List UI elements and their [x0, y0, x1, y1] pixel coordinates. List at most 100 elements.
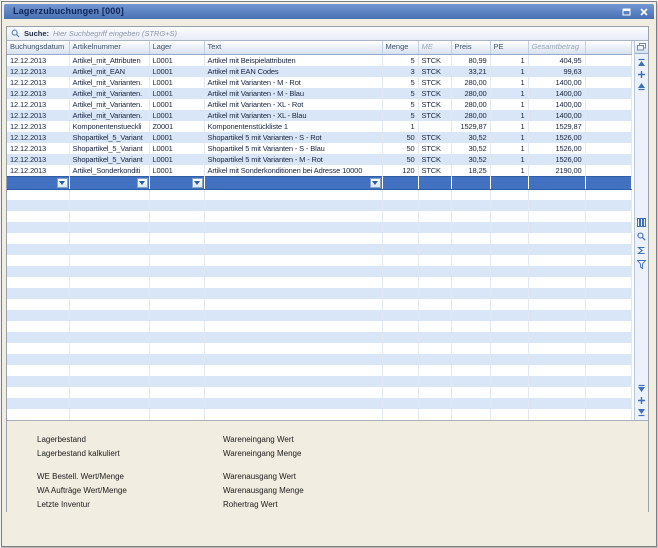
cell-text	[204, 354, 382, 365]
cell-spacer	[585, 310, 631, 321]
column-chooser-icon[interactable]	[636, 217, 647, 227]
cell-gesamt	[528, 266, 585, 277]
table-row[interactable]: 12.12.2013Artikel_mit_EANL0001Artikel mi…	[7, 66, 631, 77]
cell-spacer	[585, 54, 631, 66]
column-header-gesamt[interactable]: Gesamtbetrag	[528, 41, 585, 54]
cell-artikel: Artikel_mit_Varianten.	[69, 77, 149, 88]
table-row[interactable]: 12.12.2013Artikel_mit_Varianten.L0001Art…	[7, 110, 631, 121]
restore-button[interactable]	[620, 6, 633, 17]
table-row[interactable]: 12.12.2013Artikel_mit_Varianten.L0001Art…	[7, 77, 631, 88]
table-row[interactable]: 12.12.2013Artikel_mit_AttributenL0001Art…	[7, 54, 631, 66]
scroll-last-icon[interactable]	[636, 407, 647, 417]
column-select-button[interactable]	[635, 41, 648, 54]
search-bar[interactable]: Suche: Hier Suchbegriff eingeben (STRG+S…	[7, 27, 648, 41]
cell-artikel: Shopartikel_5_Variant	[69, 132, 149, 143]
cell-spacer	[585, 266, 631, 277]
cell-preis: 80,99	[451, 54, 490, 66]
table-row[interactable]: 12.12.2013Artikel_mit_Varianten.L0001Art…	[7, 99, 631, 110]
cell-preis	[451, 211, 490, 222]
new-entry-cell-datum[interactable]	[7, 176, 69, 189]
dropdown-button[interactable]	[370, 178, 381, 188]
search-input[interactable]: Hier Suchbegriff eingeben (STRG+S)	[53, 29, 177, 38]
summary-gap	[223, 461, 409, 470]
cell-text	[204, 299, 382, 310]
column-header-text[interactable]: Text	[204, 41, 382, 54]
new-entry-cell-preis[interactable]	[451, 176, 490, 189]
scroll-down-icon[interactable]	[636, 395, 647, 405]
dropdown-button[interactable]	[137, 178, 148, 188]
cell-artikel	[69, 211, 149, 222]
column-header-pe[interactable]: PE	[490, 41, 528, 54]
cell-spacer	[585, 132, 631, 143]
cell-pe: 1	[490, 88, 528, 99]
cell-preis: 30,52	[451, 132, 490, 143]
cell-spacer	[585, 376, 631, 387]
column-header-lager[interactable]: Lager	[149, 41, 204, 54]
table-row[interactable]: 12.12.2013Artikel_mit_Varianten.L0001Art…	[7, 88, 631, 99]
table-row[interactable]: 12.12.2013Shopartikel_5_VariantL0001Shop…	[7, 143, 631, 154]
table-row[interactable]: 12.12.2013Artikel_SonderkonditiL0001Arti…	[7, 165, 631, 177]
cell-spacer	[585, 255, 631, 266]
cell-me	[418, 244, 451, 255]
scroll-first-icon[interactable]	[636, 57, 647, 67]
column-header-me[interactable]: ME	[418, 41, 451, 54]
table-row[interactable]: 12.12.2013KomponentenstueckliZ0001Kompon…	[7, 121, 631, 132]
column-header-menge[interactable]: Menge	[382, 41, 418, 54]
cell-artikel	[69, 222, 149, 233]
new-entry-cell-gesamt[interactable]	[528, 176, 585, 189]
column-header-preis[interactable]: Preis	[451, 41, 490, 54]
cell-datum	[7, 387, 69, 398]
cell-lager: L0001	[149, 165, 204, 177]
cell-artikel	[69, 200, 149, 211]
table-row[interactable]: 12.12.2013Shopartikel_5_VariantL0001Shop…	[7, 154, 631, 165]
scroll-page-up-icon[interactable]	[636, 81, 647, 91]
new-entry-row[interactable]	[7, 176, 631, 189]
cell-artikel	[69, 310, 149, 321]
column-header-artikel[interactable]: Artikelnummer	[69, 41, 149, 54]
cell-menge	[382, 244, 418, 255]
cell-text	[204, 343, 382, 354]
cell-text: Artikel mit Beispielattributen	[204, 54, 382, 66]
close-button[interactable]	[637, 6, 650, 17]
cell-gesamt	[528, 409, 585, 420]
new-entry-cell-pe[interactable]	[490, 176, 528, 189]
empty-row	[7, 200, 631, 211]
cell-preis: 280,00	[451, 110, 490, 121]
sum-icon[interactable]	[636, 245, 647, 255]
cell-datum: 12.12.2013	[7, 54, 69, 66]
cell-datum	[7, 332, 69, 343]
summary-panel: LagerbestandLagerbestand kalkuliertWE Be…	[7, 420, 648, 512]
new-entry-cell-text[interactable]	[204, 176, 382, 189]
scroll-page-down-icon[interactable]	[636, 383, 647, 393]
new-entry-cell-artikel[interactable]	[69, 176, 149, 189]
cell-menge	[382, 310, 418, 321]
new-entry-cell-me[interactable]	[418, 176, 451, 189]
scroll-up-icon[interactable]	[636, 69, 647, 79]
cell-text: Artikel mit EAN Codes	[204, 66, 382, 77]
dropdown-button[interactable]	[192, 178, 203, 188]
title-bar[interactable]: Lagerzubuchungen [000]	[4, 4, 654, 19]
cell-datum	[7, 398, 69, 409]
cell-pe: 1	[490, 54, 528, 66]
new-entry-cell-spacer[interactable]	[585, 176, 631, 189]
cell-pe	[490, 266, 528, 277]
cell-preis	[451, 365, 490, 376]
cell-menge	[382, 189, 418, 200]
column-header-datum[interactable]: Buchungsdatum	[7, 41, 69, 54]
search-rows-icon[interactable]	[636, 231, 647, 241]
cell-text	[204, 244, 382, 255]
cell-lager: L0001	[149, 88, 204, 99]
cell-pe	[490, 343, 528, 354]
cell-lager	[149, 354, 204, 365]
filter-icon[interactable]	[636, 259, 647, 269]
cell-spacer	[585, 343, 631, 354]
cell-datum	[7, 200, 69, 211]
new-entry-cell-menge[interactable]	[382, 176, 418, 189]
new-entry-cell-lager[interactable]	[149, 176, 204, 189]
cell-lager: L0001	[149, 54, 204, 66]
table-row[interactable]: 12.12.2013Shopartikel_5_VariantL0001Shop…	[7, 132, 631, 143]
cell-spacer	[585, 277, 631, 288]
window-title: Lagerzubuchungen [000]	[13, 4, 124, 19]
cell-artikel	[69, 244, 149, 255]
dropdown-button[interactable]	[57, 178, 68, 188]
